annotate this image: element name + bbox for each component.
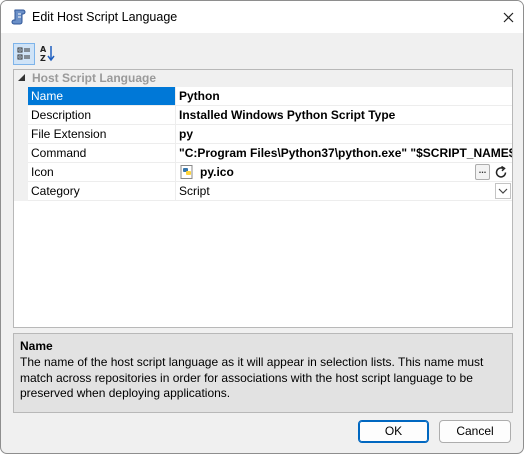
row-margin [14, 163, 28, 182]
property-row-file-extension[interactable]: File Extension py [14, 125, 512, 144]
collapse-triangle-icon[interactable] [18, 74, 25, 81]
category-label: Host Script Language [32, 71, 157, 85]
property-name-command[interactable]: Command [28, 144, 176, 163]
chevron-down-icon [498, 188, 508, 194]
property-value-file-extension[interactable]: py [176, 125, 512, 144]
property-value-icon[interactable]: py.ico ... [176, 163, 512, 182]
row-margin [14, 125, 28, 144]
category-header[interactable]: Host Script Language [14, 70, 512, 87]
categorized-view-icon [17, 47, 30, 60]
row-margin [14, 144, 28, 163]
property-grid: Host Script Language Name Python Descrip… [13, 69, 513, 328]
reset-icon-button[interactable] [492, 164, 510, 181]
property-name-icon[interactable]: Icon [28, 163, 176, 182]
cancel-button[interactable]: Cancel [439, 420, 511, 443]
description-title: Name [20, 339, 53, 353]
row-margin [14, 182, 28, 201]
row-margin [14, 87, 28, 106]
category-value: Script [179, 184, 210, 198]
categorized-view-button[interactable] [13, 43, 35, 65]
close-button[interactable] [493, 1, 523, 33]
description-panel: Name The name of the host script languag… [13, 333, 513, 413]
browse-icon-button[interactable]: ... [475, 164, 490, 180]
ok-button[interactable]: OK [358, 420, 429, 443]
property-name-name[interactable]: Name [28, 87, 176, 106]
close-icon [503, 12, 513, 22]
property-name-file-extension[interactable]: File Extension [28, 125, 176, 144]
property-row-icon[interactable]: Icon py.ico ... [14, 163, 512, 182]
property-value-category[interactable]: Script [176, 182, 512, 201]
sort-alphabetical-icon: A Z [40, 45, 55, 63]
category-dropdown-button[interactable] [495, 183, 511, 199]
property-name-description[interactable]: Description [28, 106, 176, 125]
edit-host-script-language-dialog: Edit Host Script Language A Z Host Scrip… [0, 0, 524, 454]
svg-text:A: A [40, 45, 47, 54]
alphabetical-sort-button[interactable]: A Z [37, 43, 59, 65]
property-value-command[interactable]: "C:Program Files\Python37\python.exe" "$… [176, 144, 512, 163]
script-scroll-icon [11, 9, 26, 25]
property-value-description[interactable]: Installed Windows Python Script Type [176, 106, 512, 125]
python-file-icon [180, 165, 193, 179]
icon-file-name: py.ico [200, 165, 234, 179]
title-bar: Edit Host Script Language [1, 1, 523, 33]
property-value-name[interactable]: Python [176, 87, 512, 106]
row-margin [14, 106, 28, 125]
property-row-category[interactable]: Category Script [14, 182, 512, 201]
window-title: Edit Host Script Language [32, 10, 178, 24]
svg-text:Z: Z [40, 54, 46, 63]
property-row-description[interactable]: Description Installed Windows Python Scr… [14, 106, 512, 125]
property-row-command[interactable]: Command "C:Program Files\Python37\python… [14, 144, 512, 163]
refresh-icon [495, 165, 507, 178]
description-text: The name of the host script language as … [20, 355, 484, 400]
property-name-category[interactable]: Category [28, 182, 176, 201]
property-row-name[interactable]: Name Python [14, 87, 512, 106]
